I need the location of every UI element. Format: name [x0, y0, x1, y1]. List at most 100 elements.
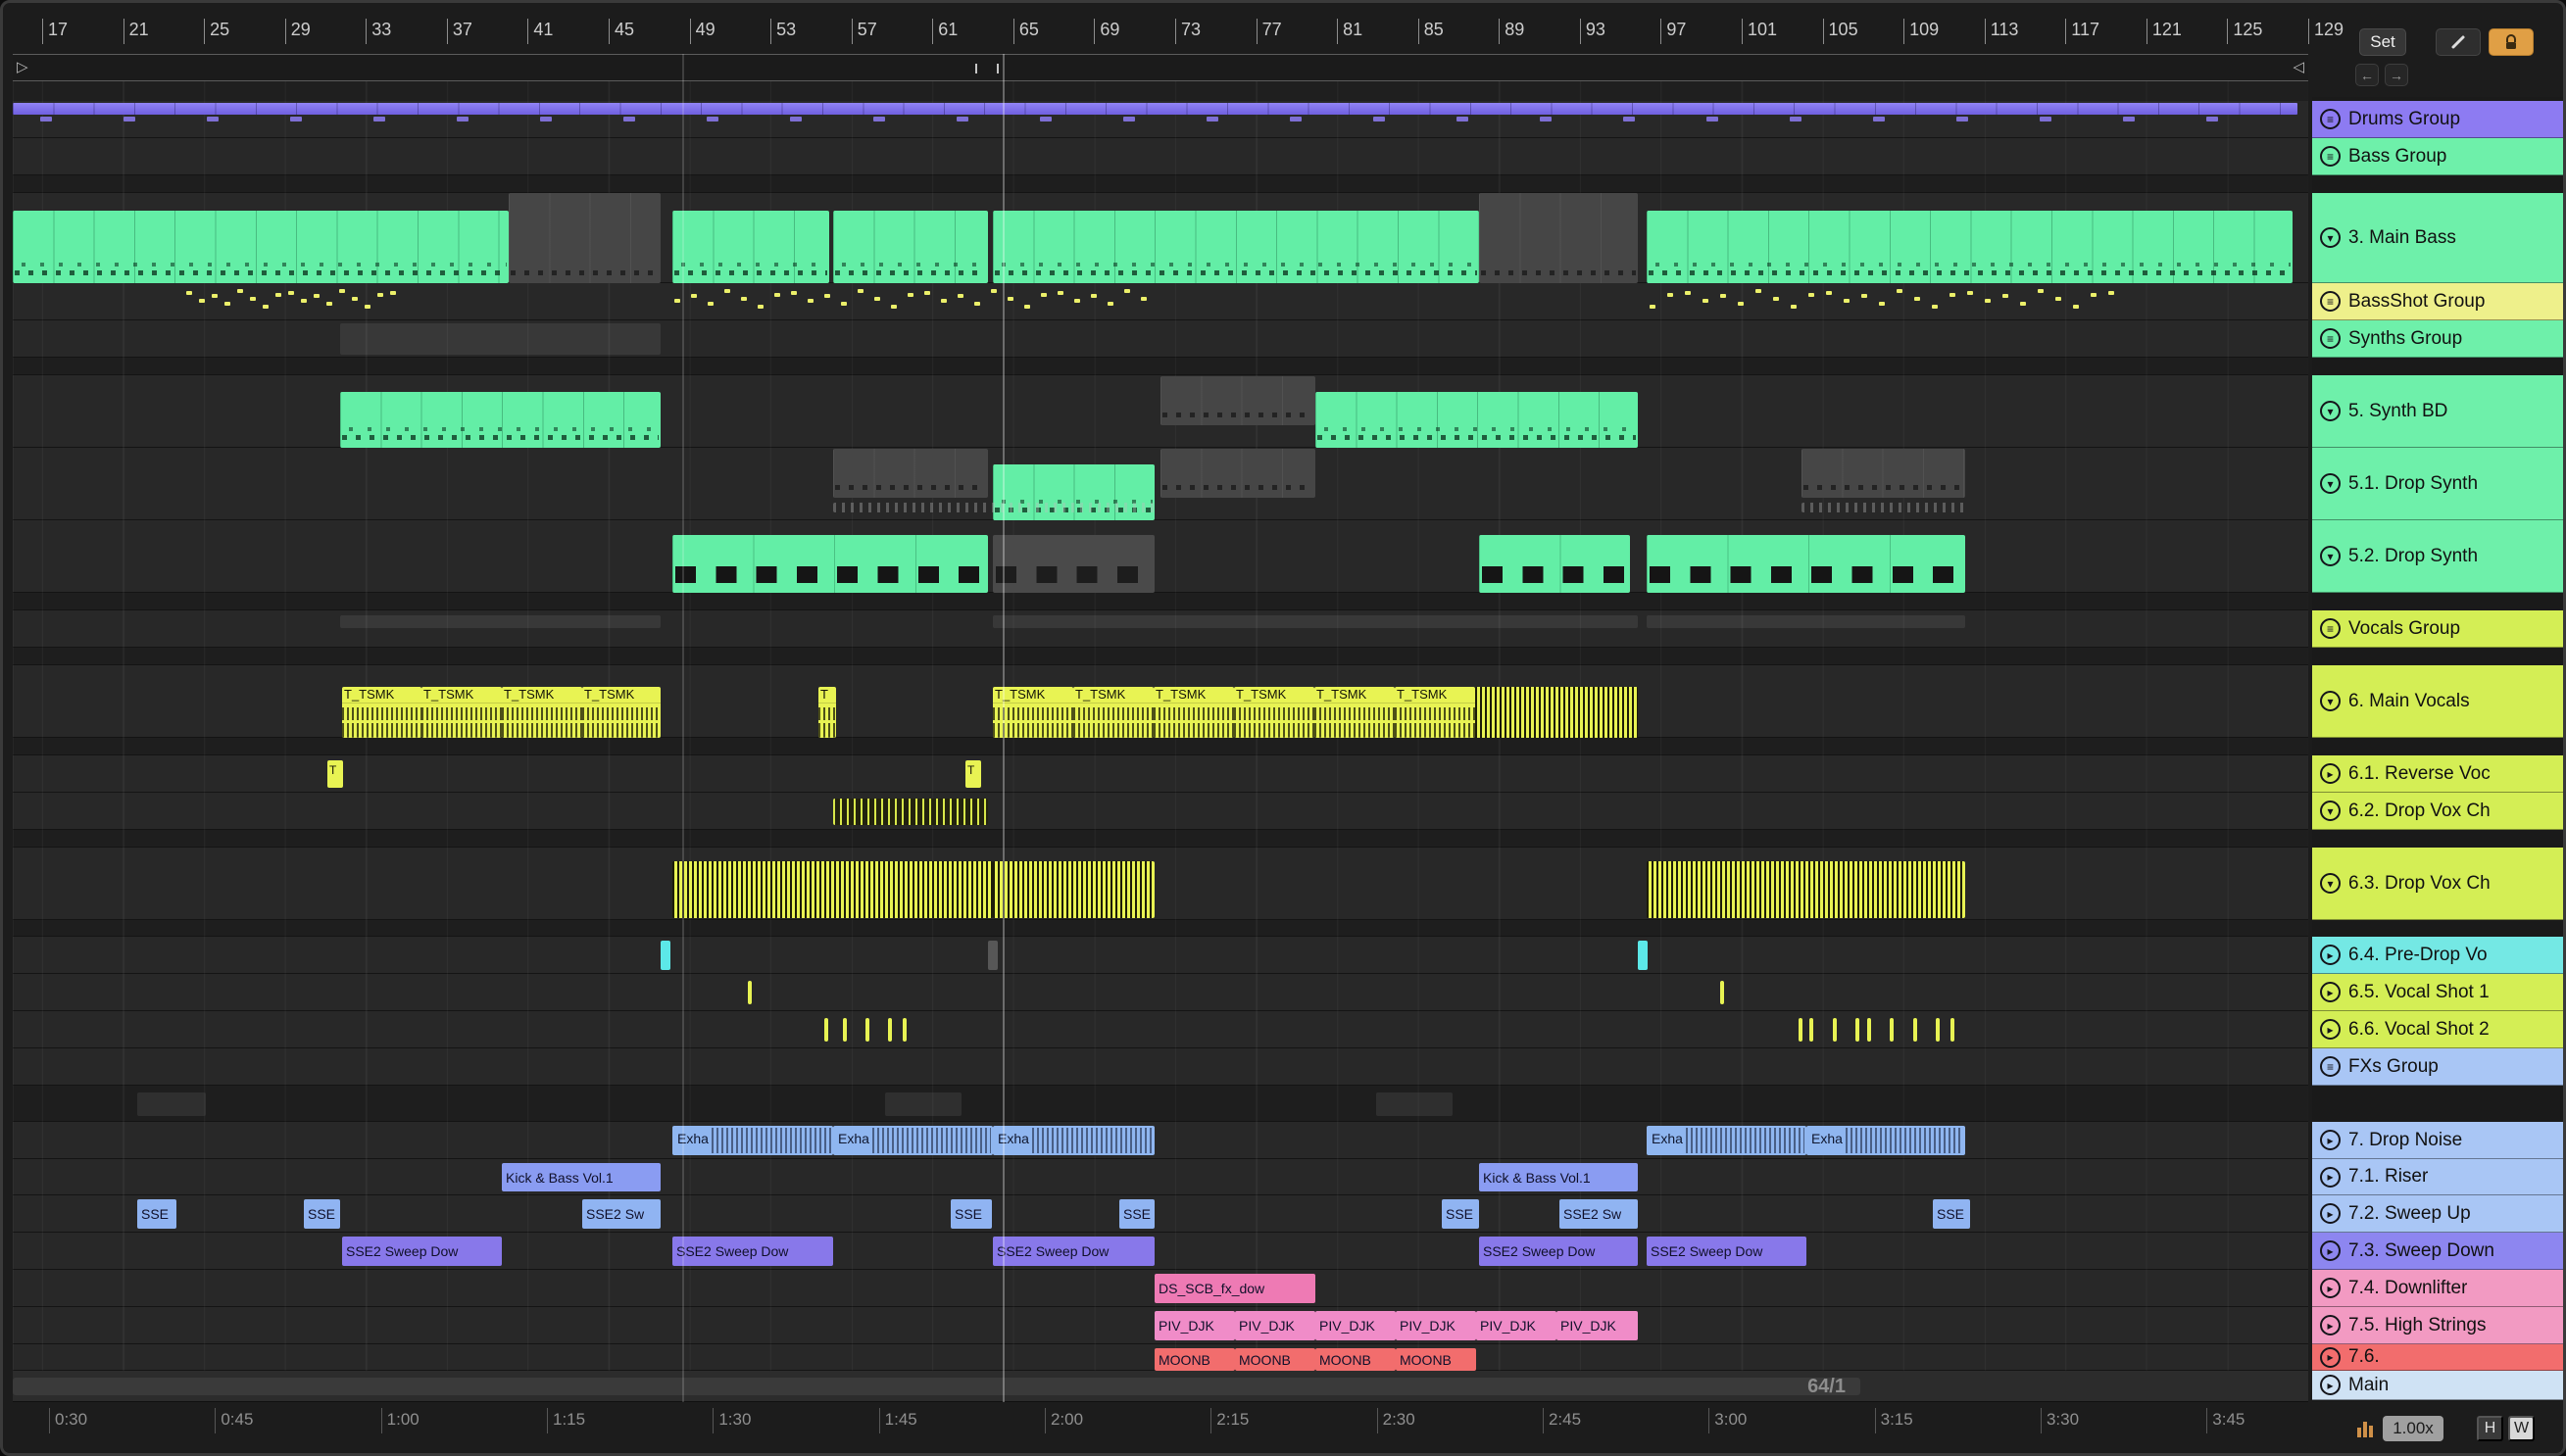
clip-vocal-shot-2[interactable] — [1833, 1018, 1837, 1042]
clip-main-vocals[interactable]: T_TSMK — [1234, 687, 1314, 738]
track-header-drums-group[interactable]: ≡ Drums Group — [2312, 101, 2563, 138]
clip-high-strings[interactable]: PIV_DJK — [1155, 1311, 1235, 1340]
clip-sweep-down[interactable]: SSE2 Sweep Dow — [1479, 1237, 1638, 1266]
lane-gap-7[interactable] — [13, 920, 2308, 937]
clip-high-strings[interactable]: PIV_DJK — [1396, 1311, 1476, 1340]
clip-vocal-shot-2[interactable] — [1855, 1018, 1859, 1042]
clip-reverse-voc[interactable]: T — [965, 760, 981, 788]
play-icon[interactable]: ▸ — [2320, 1278, 2341, 1298]
track-header-6-1-reverse-voc[interactable]: ▸ 6.1. Reverse Voc — [2312, 755, 2563, 793]
play-icon[interactable]: ▸ — [2320, 1240, 2341, 1261]
clip-drop-vox-2[interactable] — [672, 861, 993, 918]
clip-synth-bd[interactable] — [1315, 392, 1638, 448]
track-header-bass-group[interactable]: ≡ Bass Group — [2312, 138, 2563, 175]
clip-sweep-up[interactable]: SSE — [1119, 1199, 1155, 1229]
clip-downlifter[interactable]: DS_SCB_fx_dow — [1155, 1274, 1315, 1303]
clip-pre-drop-voc[interactable] — [988, 941, 998, 970]
track-header-bassshot-group[interactable]: ≡ BassShot Group — [2312, 283, 2563, 320]
track-header-7-4-downlifter[interactable]: ▸ 7.4. Downlifter — [2312, 1270, 2563, 1307]
group-icon[interactable]: ≡ — [2320, 328, 2341, 349]
clip-pre-drop-voc[interactable] — [1638, 941, 1648, 970]
fold-icon[interactable]: ▾ — [2320, 691, 2341, 711]
lane-bassshot-group[interactable] — [13, 283, 2308, 320]
clip-synth-bd[interactable] — [340, 392, 661, 448]
fold-icon[interactable]: ▾ — [2320, 473, 2341, 494]
zoom-level-badge[interactable]: 1.00x — [2383, 1416, 2443, 1441]
clip-riser[interactable]: Kick & Bass Vol.1 — [502, 1163, 661, 1191]
lane-riser[interactable] — [13, 1159, 2308, 1195]
time-ruler[interactable]: 0:30 0:45 1:00 1:15 1:30 1:45 2:00 2:15 2:30 2:45… — [13, 1402, 2308, 1435]
fold-icon[interactable]: ▾ — [2320, 227, 2341, 248]
clip-partial-track[interactable]: MOONB — [1396, 1348, 1476, 1371]
track-header-3-main-bass[interactable]: ▾ 3. Main Bass — [2312, 193, 2563, 283]
clip-sweep-up[interactable]: SSE — [304, 1199, 340, 1229]
clip-main-vocals[interactable]: T_TSMK — [342, 687, 421, 738]
clip-main-bass[interactable] — [993, 211, 1479, 283]
clip-main-vocals[interactable] — [1475, 687, 1638, 738]
track-header-6-3-drop-vox-ch[interactable]: ▾ 6.3. Drop Vox Ch — [2312, 848, 2563, 920]
track-header-fxs-group[interactable]: ≡ FXs Group — [2312, 1048, 2563, 1086]
clip-main-vocals[interactable]: T_TSMK — [1073, 687, 1154, 738]
clip-drop-synth-2[interactable] — [672, 535, 988, 593]
clip-reverse-voc[interactable]: T — [327, 760, 343, 788]
clip-partial-track[interactable]: MOONB — [1155, 1348, 1235, 1371]
clip-main-bass[interactable] — [672, 211, 829, 283]
track-header-7-6[interactable]: ▸ 7.6. — [2312, 1344, 2563, 1371]
clip-vocal-shot-2[interactable] — [903, 1018, 907, 1042]
clip-vocals-group[interactable] — [1647, 615, 1965, 628]
clip-sweep-up[interactable]: SSE2 Sw — [582, 1199, 661, 1229]
lane-drop-vox-1[interactable] — [13, 793, 2308, 830]
clip-vocal-shot-2[interactable] — [1950, 1018, 1954, 1042]
clip-vocal-shot-1[interactable] — [748, 981, 752, 1004]
clip-drop-noise[interactable]: Exha — [672, 1126, 833, 1155]
track-header-7-5-high-strings[interactable]: ▸ 7.5. High Strings — [2312, 1307, 2563, 1344]
fold-icon[interactable]: ▾ — [2320, 546, 2341, 566]
lane-bass-group[interactable] — [13, 138, 2308, 175]
lane-pre-drop-voc[interactable] — [13, 937, 2308, 974]
clip-drop-synth-2[interactable] — [993, 535, 1155, 593]
arrangement-overview-strip[interactable]: ▷ ◁ — [13, 54, 2308, 81]
track-header-5-2-drop-synth[interactable]: ▾ 5.2. Drop Synth — [2312, 520, 2563, 593]
clip-sweep-down[interactable]: SSE2 Sweep Dow — [1647, 1237, 1806, 1266]
track-header-5-1-drop-synth[interactable]: ▾ 5.1. Drop Synth — [2312, 448, 2563, 520]
clip-sweep-down[interactable]: SSE2 Sweep Dow — [342, 1237, 502, 1266]
track-header-6-4-pre-drop-vo[interactable]: ▸ 6.4. Pre-Drop Vo — [2312, 937, 2563, 974]
clip-sweep-up[interactable]: SSE — [1442, 1199, 1479, 1229]
clip-main-vocals[interactable]: T_TSMK — [1314, 687, 1395, 738]
main-loop-bar[interactable] — [13, 1378, 1860, 1395]
clip-drop-noise[interactable]: Exha — [1647, 1126, 1806, 1155]
track-header-7-drop-noise[interactable]: ▸ 7. Drop Noise — [2312, 1122, 2563, 1159]
clip-vocal-shot-2[interactable] — [888, 1018, 892, 1042]
clip-gap-8[interactable] — [1376, 1092, 1453, 1116]
play-icon[interactable]: ▸ — [2320, 1203, 2341, 1224]
clip-drop-vox-1[interactable] — [833, 799, 988, 825]
clip-vocal-shot-2[interactable] — [1890, 1018, 1894, 1042]
play-icon[interactable]: ▸ — [2320, 945, 2341, 965]
clip-riser[interactable]: Kick & Bass Vol.1 — [1479, 1163, 1638, 1191]
clip-drop-synth-1[interactable] — [1801, 503, 1965, 512]
lane-gap-4[interactable] — [13, 648, 2308, 665]
lane-vocal-shot-1[interactable] — [13, 974, 2308, 1011]
clip-vocal-shot-2[interactable] — [865, 1018, 869, 1042]
clip-high-strings[interactable]: PIV_DJK — [1476, 1311, 1556, 1340]
clip-main-vocals[interactable]: T_TSMK — [582, 687, 661, 738]
bar-ruler[interactable]: 17 21 25 29 33 37 41 45 49 53 57 61 65 69 73 77 81 85 89 93… — [13, 15, 2365, 48]
lane-gap-6[interactable] — [13, 830, 2308, 848]
height-zoom-button[interactable]: H — [2477, 1416, 2503, 1441]
lane-gap-1[interactable] — [13, 175, 2308, 193]
clip-drop-synth-2[interactable] — [1647, 535, 1965, 593]
track-header-vocals-group[interactable]: ≡ Vocals Group — [2312, 610, 2563, 648]
group-icon[interactable]: ≡ — [2320, 1056, 2341, 1077]
clip-vocal-shot-1[interactable] — [1720, 981, 1724, 1004]
clip-high-strings[interactable]: PIV_DJK — [1556, 1311, 1638, 1340]
lane-gap-8[interactable] — [13, 1086, 2308, 1122]
group-icon[interactable]: ≡ — [2320, 291, 2341, 312]
clip-drums-group[interactable] — [13, 103, 2297, 115]
clip-vocal-shot-2[interactable] — [1867, 1018, 1871, 1042]
clip-drop-synth-2[interactable] — [1479, 535, 1630, 593]
clip-gap-8[interactable] — [885, 1092, 962, 1116]
clip-drop-synth-1[interactable] — [1160, 449, 1315, 498]
clip-main-bass[interactable] — [509, 193, 661, 283]
clip-gap-8[interactable] — [137, 1092, 206, 1116]
clip-vocal-shot-2[interactable] — [824, 1018, 828, 1042]
